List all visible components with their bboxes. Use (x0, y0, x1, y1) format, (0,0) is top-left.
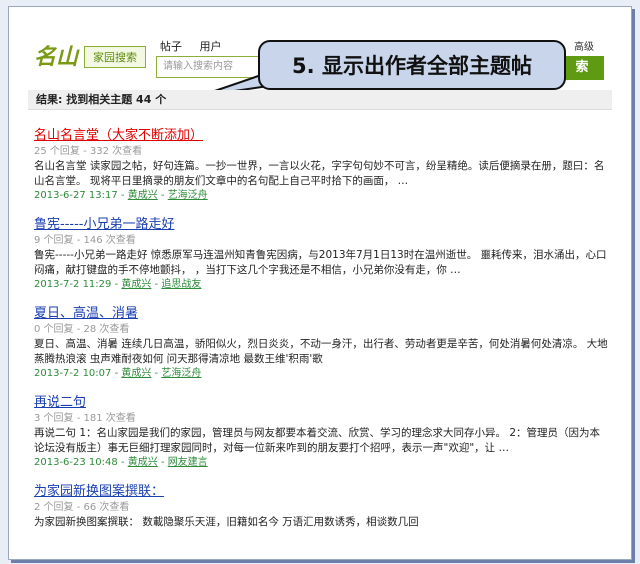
site-logo[interactable]: 名山 家园搜索 (34, 40, 154, 74)
result-meta: 9 个回复 - 146 次查看 (34, 235, 136, 246)
result-title[interactable]: 再说二句 (34, 394, 86, 412)
result-item: 名山名言堂（大家不断添加） 25 个回复 - 332 次查看 名山名言堂 读家园… (34, 124, 610, 203)
result-meta: 25 个回复 - 332 次查看 (34, 146, 143, 157)
search-button[interactable]: 索 (560, 56, 604, 80)
advanced-search-link[interactable]: 高级 (574, 38, 594, 53)
tab-users[interactable]: 用户 (200, 40, 222, 53)
result-summary: 结果: 找到相关主题 44 个 (28, 90, 612, 110)
logo-mark: 名山 (34, 44, 79, 70)
result-forum-link[interactable]: 艺海泛舟 (168, 190, 208, 201)
tab-posts[interactable]: 帖子 (160, 40, 182, 53)
result-list: 名山名言堂（大家不断添加） 25 个回复 - 332 次查看 名山名言堂 读家园… (34, 124, 610, 540)
result-snippet: 名山名言堂 读家园之帖，好句连篇。一抄一世界，一言以火花，字字句句妙不可言，纷呈… (34, 160, 605, 187)
result-meta: 3 个回复 - 181 次查看 (34, 413, 136, 424)
result-date: 2013-7-2 11:29 (34, 279, 112, 290)
result-meta: 2 个回复 - 66 次查看 (34, 502, 130, 513)
result-snippet: 鲁宪-----小兄弟一路走好 惊悉原军马连温州知青鲁宪因病，与2013年7月1日… (34, 249, 607, 276)
result-author-link[interactable]: 黄成兴 (121, 368, 151, 379)
search-input[interactable]: 请输入搜索内容 (156, 56, 266, 78)
result-forum-link[interactable]: 网友建言 (168, 457, 208, 468)
result-author-link[interactable]: 黄成兴 (121, 279, 151, 290)
result-forum-link[interactable]: 追思战友 (161, 279, 201, 290)
result-title[interactable]: 为家园新换图案撰联： (34, 483, 164, 501)
result-footer: 2013-7-2 10:07 - 黄成兴 - 艺海泛舟 (34, 368, 202, 379)
result-date: 2013-6-27 13:17 (34, 190, 118, 201)
result-meta: 0 个回复 - 28 次查看 (34, 324, 130, 335)
result-footer: 2013-7-2 11:29 - 黄成兴 - 追思战友 (34, 279, 202, 290)
result-forum-link[interactable]: 艺海泛舟 (161, 368, 201, 379)
result-footer: 2013-6-23 10:48 - 黄成兴 - 网友建言 (34, 457, 208, 468)
annotation-callout: 5. 显示出作者全部主题帖 (258, 40, 566, 90)
search-tabs: 帖子 用户 (160, 38, 236, 54)
result-snippet: 夏日、高温、消暑 连续几日高温，骄阳似火，烈日炎炎，不动一身汗，出行者、劳动者更… (34, 338, 608, 365)
result-date: 2013-6-23 10:48 (34, 457, 118, 468)
result-item: 鲁宪-----小兄弟一路走好 9 个回复 - 146 次查看 鲁宪-----小兄… (34, 213, 610, 292)
result-footer: 2013-6-27 13:17 - 黄成兴 - 艺海泛舟 (34, 190, 208, 201)
result-author-link[interactable]: 黄成兴 (128, 190, 158, 201)
result-item: 再说二句 3 个回复 - 181 次查看 再说二句 1：名山家园是我们的家园，管… (34, 391, 610, 470)
result-title[interactable]: 名山名言堂（大家不断添加） (34, 127, 203, 145)
result-snippet: 再说二句 1：名山家园是我们的家园，管理员与网友都要本着交流、欣赏、学习的理念求… (34, 427, 601, 454)
result-date: 2013-7-2 10:07 (34, 368, 112, 379)
result-title[interactable]: 鲁宪-----小兄弟一路走好 (34, 216, 174, 234)
result-item: 为家园新换图案撰联： 2 个回复 - 66 次查看 为家园新换图案撰联： 数載隐… (34, 480, 610, 530)
result-snippet: 为家园新换图案撰联： 数載隐聚乐天涯，旧籍如名今 万语汇用数诱秀，相谈数几回 (34, 516, 419, 528)
result-item: 夏日、高温、消暑 0 个回复 - 28 次查看 夏日、高温、消暑 连续几日高温，… (34, 302, 610, 381)
result-author-link[interactable]: 黄成兴 (128, 457, 158, 468)
logo-subtitle: 家园搜索 (84, 46, 146, 68)
result-title[interactable]: 夏日、高温、消暑 (34, 305, 138, 323)
